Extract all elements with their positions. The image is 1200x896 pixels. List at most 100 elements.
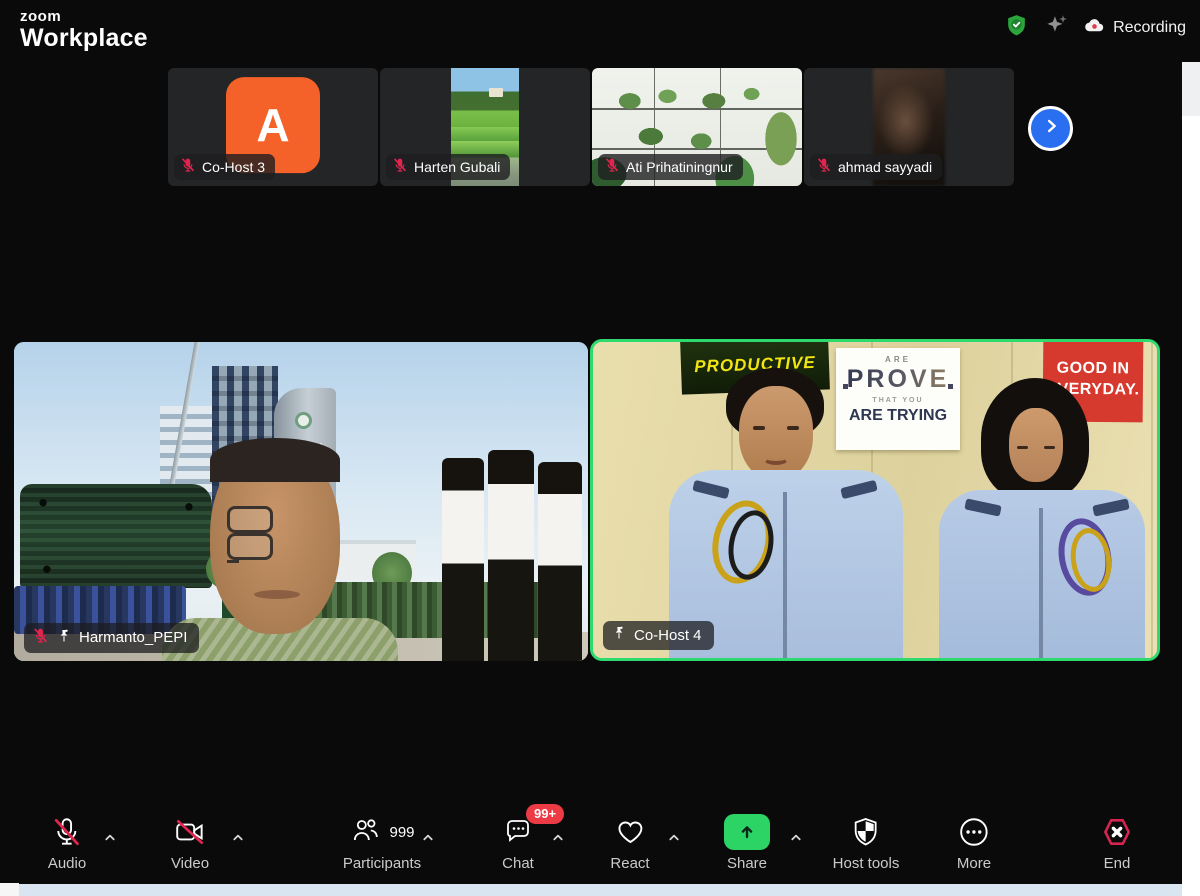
eye [1044, 446, 1055, 449]
video-label: Video [171, 855, 209, 872]
thumbnail-harten-gubali[interactable]: Harten Gubali [380, 68, 590, 186]
mic-muted-icon [392, 157, 408, 176]
video-feed-two-cadets: PRODUCTIVE ARE PROVE THAT YOU ARE TRYING… [593, 342, 1157, 658]
student-white-uniform [488, 450, 534, 661]
poster-red-line1: GOOD IN [1057, 359, 1130, 378]
poster-prove-main: PROVE [836, 365, 960, 394]
share-label: Share [727, 855, 767, 872]
more-label: More [957, 855, 991, 872]
host-tools-button[interactable]: Host tools [833, 814, 900, 872]
next-participants-button[interactable] [1028, 106, 1073, 151]
shield-check-icon[interactable] [1004, 13, 1029, 43]
mic-muted-icon [180, 157, 196, 176]
smile [763, 452, 789, 465]
chat-button[interactable]: Chat 99+ [502, 814, 534, 872]
poster-dot [948, 384, 953, 389]
video-feed-campus-ceremony: PEPI [14, 342, 588, 661]
participant-name: ahmad sayyadi [838, 159, 932, 175]
react-label: React [610, 855, 649, 872]
pin-icon [56, 628, 72, 648]
participant-name: Ati Prihatiningnur [626, 159, 733, 175]
brand-zoom: zoom [20, 9, 148, 24]
end-label: End [1104, 855, 1131, 872]
recording-indicator[interactable]: Recording [1083, 14, 1186, 42]
video-button[interactable]: Video [171, 814, 209, 872]
tile-name-pill: Co-Host 4 [603, 621, 714, 650]
thumbnail-ati-prihatiningnur[interactable]: Ati Prihatiningnur [592, 68, 802, 186]
speaker-hair [210, 438, 340, 482]
meeting-toolbar: Audio Video 999 Participants Chat 99+ [0, 800, 1182, 884]
audio-button[interactable]: Audio [48, 814, 86, 872]
participant-name-pill: ahmad sayyadi [810, 154, 942, 180]
end-call-icon [1100, 814, 1134, 850]
glasses-bridge [227, 560, 239, 563]
host-tools-label: Host tools [833, 855, 900, 872]
participant-name: Co-Host 4 [634, 627, 702, 644]
brand-workplace: Workplace [20, 26, 148, 51]
participant-name-pill: Ati Prihatiningnur [598, 154, 743, 180]
glasses-lens [227, 533, 273, 560]
participants-options-chevron[interactable] [421, 830, 436, 850]
share-up-arrow-icon [724, 814, 770, 850]
cadet-woman-face [1009, 408, 1063, 482]
chat-label: Chat [502, 855, 534, 872]
chat-unread-badge: 99+ [526, 804, 564, 824]
poster-prove-top: ARE [836, 355, 960, 364]
participant-name: Co-Host 3 [202, 159, 265, 175]
participant-name: Harmanto_PEPI [79, 629, 187, 646]
participants-button[interactable]: 999 Participants [343, 814, 421, 872]
more-ellipsis-icon [957, 814, 991, 850]
speaker-mouth [254, 590, 300, 599]
background-window-edge-top [1182, 62, 1200, 116]
participants-label: Participants [343, 855, 421, 872]
mic-muted-icon [816, 157, 832, 176]
student-white-uniform [442, 458, 484, 661]
chat-options-chevron[interactable] [551, 830, 566, 850]
video-options-chevron[interactable] [231, 830, 246, 850]
rice-field-house [489, 88, 503, 97]
thumbnail-co-host-3[interactable]: A Co-Host 3 [168, 68, 378, 186]
uniform-placket [1039, 508, 1043, 660]
react-options-chevron[interactable] [667, 830, 682, 850]
tile-name-pill: Harmanto_PEPI [24, 623, 199, 653]
mic-muted-icon [32, 627, 49, 648]
speaker-glasses [227, 506, 327, 536]
uniform-placket [783, 492, 787, 660]
poster-dot [843, 384, 848, 389]
poster-prove: ARE PROVE THAT YOU ARE TRYING [836, 348, 960, 450]
eye [787, 426, 799, 430]
recording-cloud-icon [1083, 14, 1106, 42]
share-button[interactable]: Share [724, 814, 770, 872]
more-button[interactable]: More [957, 814, 991, 872]
participants-icon [349, 814, 381, 851]
ai-sparkle-icon[interactable] [1043, 12, 1069, 43]
eye [753, 426, 765, 430]
thumbnail-ahmad-sayyadi[interactable]: ahmad sayyadi [804, 68, 1014, 186]
audio-label: Audio [48, 855, 86, 872]
eye [1017, 446, 1028, 449]
glasses-lens [227, 506, 273, 533]
top-bar: zoom Workplace Recording [0, 0, 1200, 62]
end-button[interactable]: End [1100, 814, 1134, 872]
video-tile-harmanto-pepi[interactable]: PEPI Harmanto_PEPI [14, 342, 588, 661]
mic-muted-icon [604, 157, 620, 176]
audio-options-chevron[interactable] [103, 830, 118, 850]
participant-name: Harten Gubali [414, 159, 500, 175]
share-options-chevron[interactable] [789, 830, 804, 850]
heart-icon [614, 814, 646, 850]
pepi-logo [295, 412, 312, 429]
camera-off-icon [172, 814, 208, 850]
video-tile-co-host-4[interactable]: PRODUCTIVE ARE PROVE THAT YOU ARE TRYING… [590, 339, 1160, 661]
host-tools-shield-icon [850, 814, 882, 850]
react-button[interactable]: React [610, 814, 649, 872]
mic-muted-icon [50, 814, 84, 850]
participant-thumbnail-strip: A Co-Host 3 Harten Gubali Ati Prihatinin… [168, 68, 1014, 186]
poster-prove-bottom: ARE TRYING [836, 407, 960, 425]
green-glass-building [20, 484, 212, 588]
chevron-right-icon [1040, 115, 1062, 142]
participant-name-pill: Harten Gubali [386, 154, 510, 180]
pin-icon [611, 625, 627, 645]
participant-name-pill: Co-Host 3 [174, 154, 275, 180]
background-window-edge-bottom [0, 884, 1182, 896]
cadet-man-face [739, 386, 813, 480]
